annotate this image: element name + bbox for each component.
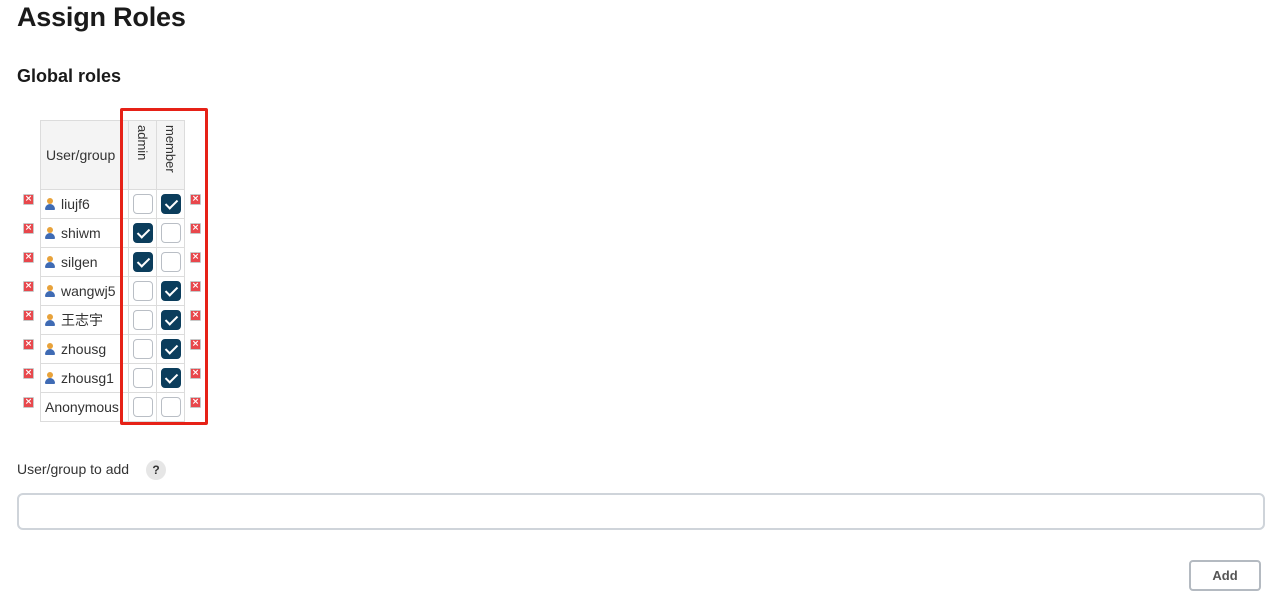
user-icon (45, 343, 55, 355)
user-group-cell: shiwm (40, 218, 129, 248)
user-group-cell: silgen (40, 247, 129, 277)
help-icon[interactable]: ? (146, 460, 166, 480)
delete-row-icon-left[interactable]: × (23, 310, 34, 321)
user-group-name: zhousg (61, 341, 107, 357)
user-icon (45, 285, 55, 297)
section-title: Global roles (17, 66, 122, 86)
delete-row-icon-left[interactable]: × (23, 223, 34, 234)
delete-row-icon-left[interactable]: × (23, 339, 34, 350)
page-title: Assign Roles (17, 2, 186, 32)
user-group-cell: 王志宇 (40, 305, 129, 335)
user-group-name: silgen (61, 254, 98, 270)
user-icon (45, 198, 55, 210)
user-group-cell: liujf6 (40, 189, 129, 219)
user-group-cell: zhousg1 (40, 363, 129, 393)
user-group-name: liujf6 (61, 196, 90, 212)
user-group-cell: Anonymous (40, 392, 129, 422)
user-group-cell: wangwj5 (40, 276, 129, 306)
user-group-name: zhousg1 (61, 370, 114, 386)
delete-row-icon-left[interactable]: × (23, 368, 34, 379)
user-group-to-add-input[interactable] (17, 493, 1265, 530)
user-group-name: Anonymous (45, 399, 119, 415)
user-icon (45, 256, 55, 268)
delete-row-icon-left[interactable]: × (23, 281, 34, 292)
user-group-name: shiwm (61, 225, 101, 241)
user-group-name: 王志宇 (61, 312, 103, 328)
delete-row-icon-left[interactable]: × (23, 397, 34, 408)
user-group-name: wangwj5 (61, 283, 116, 299)
user-group-to-add-label: User/group to add (17, 461, 130, 477)
add-button[interactable]: Add (1189, 560, 1261, 591)
user-icon (45, 227, 55, 239)
user-group-cell: zhousg (40, 334, 129, 364)
delete-row-icon-left[interactable]: × (23, 194, 34, 205)
user-group-column-header: User/group (40, 120, 129, 190)
role-columns-highlight (120, 108, 208, 425)
user-icon (45, 372, 55, 384)
user-icon (45, 314, 55, 326)
delete-row-icon-left[interactable]: × (23, 252, 34, 263)
